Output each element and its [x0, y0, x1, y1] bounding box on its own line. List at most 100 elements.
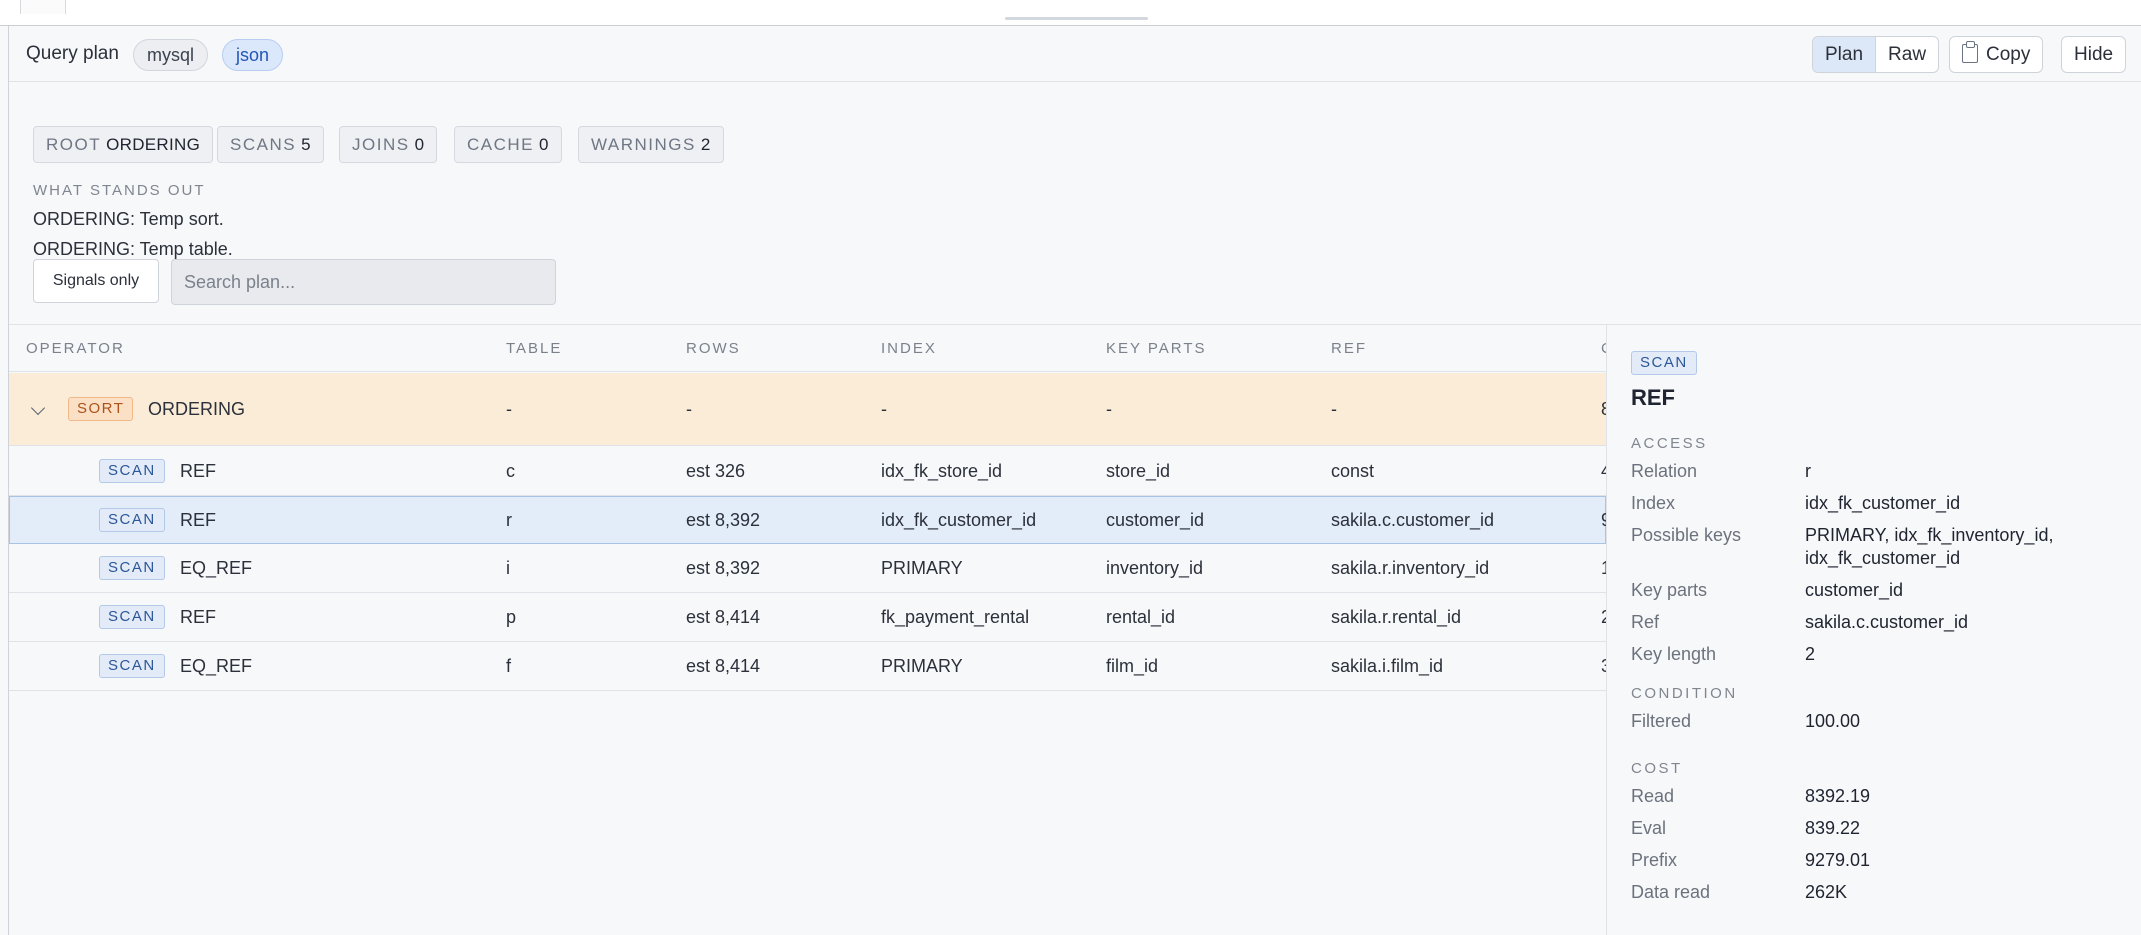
format-pill-json[interactable]: json [222, 39, 284, 71]
detail-panel: SCAN REF ACCESS Relation r Index idx_fk_… [1606, 324, 2141, 935]
format-pill-mysql[interactable]: mysql [133, 39, 209, 71]
operator-name: REF [180, 607, 216, 627]
table-row[interactable]: SCAN REF c est 326 idx_fk_store_id store… [9, 447, 1606, 496]
tab-edge [20, 0, 66, 14]
column-header-ref[interactable]: REF [1331, 340, 1367, 357]
column-header-rows[interactable]: ROWS [686, 340, 741, 357]
search-input[interactable] [171, 259, 556, 305]
detail-value: r [1805, 461, 1811, 481]
top-strip [0, 0, 2141, 26]
column-header-key-parts[interactable]: KEY PARTS [1106, 340, 1207, 357]
access-heading: ACCESS [1631, 435, 1708, 452]
detail-value: 839.22 [1805, 818, 1861, 838]
table-header: OPERATOR TABLE ROWS INDEX KEY PARTS REF … [9, 325, 1606, 372]
cell-rows: est 8,414 [686, 607, 761, 627]
query-plan-panel: Query plan mysql json Plan Raw Copy Hide… [8, 26, 2141, 935]
detail-value: idx_fk_customer_id [1805, 493, 1961, 513]
clipboard-icon [1962, 41, 1978, 63]
hide-button[interactable]: Hide [2061, 36, 2127, 73]
cell-key-parts: inventory_id [1106, 558, 1204, 578]
cell-rows: est 8,392 [686, 558, 761, 578]
detail-key: Read [1631, 786, 1675, 806]
operator-badge: SORT [68, 397, 134, 421]
cell-ref: sakila.r.inventory_id [1331, 558, 1490, 578]
detail-value: 262K [1805, 882, 1848, 902]
operator-name: REF [180, 510, 216, 530]
plan-table: OPERATOR TABLE ROWS INDEX KEY PARTS REF … [9, 324, 1606, 935]
cell-index: PRIMARY [881, 558, 963, 578]
detail-badge: SCAN [1631, 351, 1697, 375]
table-row[interactable]: SCAN EQ_REF f est 8,414 PRIMARY film_id … [9, 642, 1606, 691]
cell-key-parts: film_id [1106, 656, 1159, 676]
summary-chip-scans: SCANS 5 [217, 126, 324, 163]
detail-key: Data read [1631, 882, 1711, 902]
detail-value: 8392.19 [1805, 786, 1871, 806]
cell-index: idx_fk_customer_id [881, 510, 1037, 530]
table-row-selected[interactable]: SCAN REF r est 8,392 idx_fk_customer_id … [9, 496, 1606, 544]
cell-index: - [881, 399, 887, 419]
signals-only-toggle[interactable]: Signals only [33, 259, 159, 303]
plan-summary: ROOT ORDERING SCANS 5 JOINS 0 CACHE 0 WARNIN… [9, 83, 2141, 323]
cell-key-parts: - [1106, 399, 1112, 419]
plan-view-button[interactable]: Plan [1813, 37, 1876, 72]
column-header-table[interactable]: TABLE [506, 340, 562, 357]
cell-rows: est 8,414 [686, 656, 761, 676]
standout-heading: WHAT STANDS OUT [33, 182, 206, 199]
detail-value: 2 [1805, 644, 1816, 664]
cost-heading: COST [1631, 760, 1683, 777]
operator-badge: SCAN [99, 508, 165, 532]
column-header-operator[interactable]: OPERATOR [26, 340, 125, 357]
copy-button[interactable]: Copy [1949, 36, 2044, 73]
cell-index: idx_fk_store_id [881, 461, 1003, 481]
cell-ref: sakila.r.rental_id [1331, 607, 1462, 627]
cell-rows: est 326 [686, 461, 746, 481]
cell-ref: const [1331, 461, 1375, 481]
cell-ref: sakila.c.customer_id [1331, 510, 1495, 530]
cell-table: r [506, 510, 512, 530]
copy-label: Copy [1986, 44, 2031, 65]
table-row[interactable]: SCAN REF p est 8,414 fk_payment_rental r… [9, 593, 1606, 642]
cell-index: PRIMARY [881, 656, 963, 676]
standout-item: ORDERING: Temp table. [33, 239, 233, 259]
summary-chip-cache: CACHE 0 [454, 126, 562, 163]
cell-ref: sakila.i.film_id [1331, 656, 1444, 676]
detail-key: Prefix [1631, 850, 1678, 870]
page-title: Query plan [26, 43, 119, 64]
raw-view-button[interactable]: Raw [1875, 37, 1938, 72]
detail-title: REF [1631, 385, 1675, 410]
table-row-root[interactable]: SORT ORDERING - - - - - 8 [9, 373, 1606, 446]
detail-value: 9279.01 [1805, 850, 1871, 870]
detail-value: sakila.c.customer_id [1805, 612, 1969, 632]
operator-name: EQ_REF [180, 656, 253, 676]
standout-item: ORDERING: Temp sort. [33, 209, 224, 229]
plan-header: Query plan mysql json Plan Raw Copy Hide [9, 26, 2141, 82]
summary-chip-root: ROOT ORDERING [33, 126, 214, 163]
cell-ref: - [1331, 399, 1337, 419]
cell-index: fk_payment_rental [881, 607, 1030, 627]
detail-key: Relation [1631, 461, 1698, 481]
cell-key-parts: customer_id [1106, 510, 1205, 530]
cell-table: c [506, 461, 515, 481]
column-header-index[interactable]: INDEX [881, 340, 937, 357]
summary-chip-warnings: WARNINGS 2 [578, 126, 724, 163]
cell-rows: est 8,392 [686, 510, 761, 530]
condition-heading: CONDITION [1631, 685, 1738, 702]
detail-key: Ref [1631, 612, 1660, 632]
operator-name: EQ_REF [180, 558, 253, 578]
cell-table: i [506, 558, 510, 578]
resize-grip[interactable] [1005, 17, 1148, 20]
operator-name: ORDERING [148, 399, 246, 419]
cell-key-parts: rental_id [1106, 607, 1176, 627]
detail-value: PRIMARY, idx_fk_inventory_id, idx_fk_cus… [1805, 525, 2054, 568]
chevron-down-icon[interactable] [30, 400, 46, 416]
cell-table: p [506, 607, 517, 627]
operator-badge: SCAN [99, 605, 165, 629]
detail-key: Key parts [1631, 580, 1708, 600]
detail-value: customer_id [1805, 580, 1904, 600]
detail-key: Eval [1631, 818, 1667, 838]
cell-table: f [506, 656, 512, 676]
table-row[interactable]: SCAN EQ_REF i est 8,392 PRIMARY inventor… [9, 544, 1606, 593]
summary-chip-joins: JOINS 0 [339, 126, 438, 163]
operator-badge: SCAN [99, 556, 165, 580]
operator-badge: SCAN [99, 459, 165, 483]
